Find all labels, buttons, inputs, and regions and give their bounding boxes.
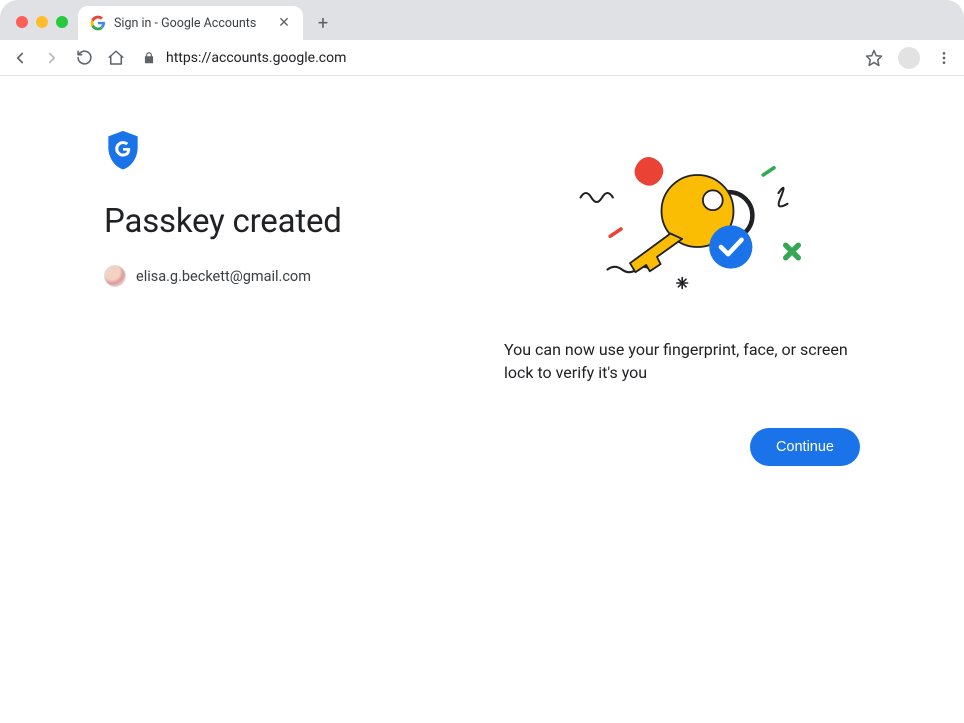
- browser-toolbar: https://accounts.google.com: [0, 40, 964, 76]
- maximize-window-icon[interactable]: [56, 16, 68, 28]
- back-icon[interactable]: [10, 48, 30, 68]
- account-chip[interactable]: elisa.g.beckett@gmail.com: [104, 265, 484, 287]
- tab-strip: Sign in - Google Accounts ✕ +: [0, 0, 964, 40]
- address-bar[interactable]: https://accounts.google.com: [138, 50, 852, 66]
- left-column: Passkey created elisa.g.beckett@gmail.co…: [104, 130, 484, 466]
- forward-icon[interactable]: [42, 48, 62, 68]
- right-column: You can now use your fingerprint, face, …: [484, 130, 864, 466]
- bookmark-star-icon[interactable]: [864, 48, 884, 68]
- page-content: Passkey created elisa.g.beckett@gmail.co…: [0, 76, 964, 466]
- browser-window: Sign in - Google Accounts ✕ + https://ac…: [0, 0, 964, 723]
- home-icon[interactable]: [106, 48, 126, 68]
- window-controls: [16, 16, 68, 28]
- minimize-window-icon[interactable]: [36, 16, 48, 28]
- url-text: https://accounts.google.com: [166, 50, 346, 66]
- google-favicon: [90, 15, 106, 31]
- user-avatar-icon: [104, 265, 126, 287]
- user-email: elisa.g.beckett@gmail.com: [136, 268, 311, 285]
- google-shield-icon: [104, 130, 142, 174]
- button-row: Continue: [504, 428, 864, 466]
- passkey-illustration: [504, 130, 864, 310]
- new-tab-button[interactable]: +: [309, 9, 337, 37]
- kebab-menu-icon[interactable]: [934, 48, 954, 68]
- reload-icon[interactable]: [74, 48, 94, 68]
- close-tab-icon[interactable]: ✕: [275, 15, 293, 31]
- page-heading: Passkey created: [104, 202, 484, 241]
- browser-tab[interactable]: Sign in - Google Accounts ✕: [78, 6, 303, 40]
- profile-avatar-icon[interactable]: [898, 47, 920, 69]
- close-window-icon[interactable]: [16, 16, 28, 28]
- toolbar-right: [864, 47, 954, 69]
- description-text: You can now use your fingerprint, face, …: [504, 338, 864, 384]
- tab-title: Sign in - Google Accounts: [114, 16, 267, 31]
- lock-icon: [142, 51, 156, 65]
- continue-button[interactable]: Continue: [750, 428, 860, 466]
